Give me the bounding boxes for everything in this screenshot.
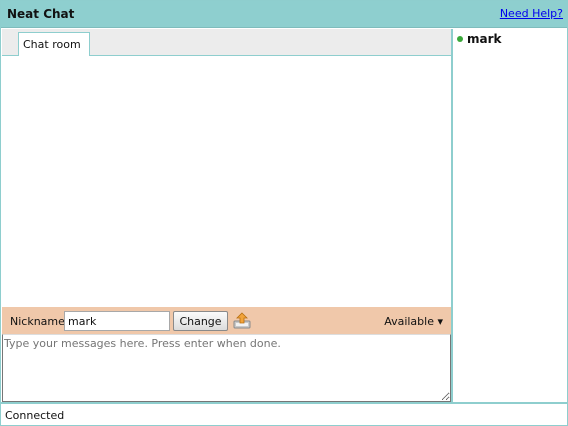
connection-status: Connected (5, 409, 65, 422)
chat-panel: Chat room Nickname: Change Available ▾ (2, 29, 453, 402)
message-area[interactable] (2, 56, 451, 307)
user-list: mark (453, 29, 567, 402)
message-input[interactable] (2, 334, 451, 402)
user-list-item[interactable]: mark (457, 32, 502, 46)
status-bar: Connected (1, 402, 567, 425)
chat-app: Neat Chat Need Help? Chat room Nickname:… (0, 0, 568, 426)
upload-icon[interactable] (233, 312, 251, 329)
online-status-icon (457, 36, 463, 42)
help-link[interactable]: Need Help? (500, 7, 563, 20)
user-name: mark (467, 32, 502, 46)
nickname-toolbar: Nickname: Change Available ▾ (2, 307, 451, 334)
nickname-label: Nickname: (10, 315, 69, 328)
app-title: Neat Chat (7, 7, 75, 21)
title-bar: Neat Chat Need Help? (1, 1, 567, 28)
tab-chat-room[interactable]: Chat room (18, 32, 90, 56)
change-nickname-button[interactable]: Change (173, 311, 228, 331)
tab-strip: Chat room (2, 29, 451, 56)
nickname-input[interactable] (64, 311, 170, 331)
availability-dropdown[interactable]: Available ▾ (384, 315, 443, 328)
